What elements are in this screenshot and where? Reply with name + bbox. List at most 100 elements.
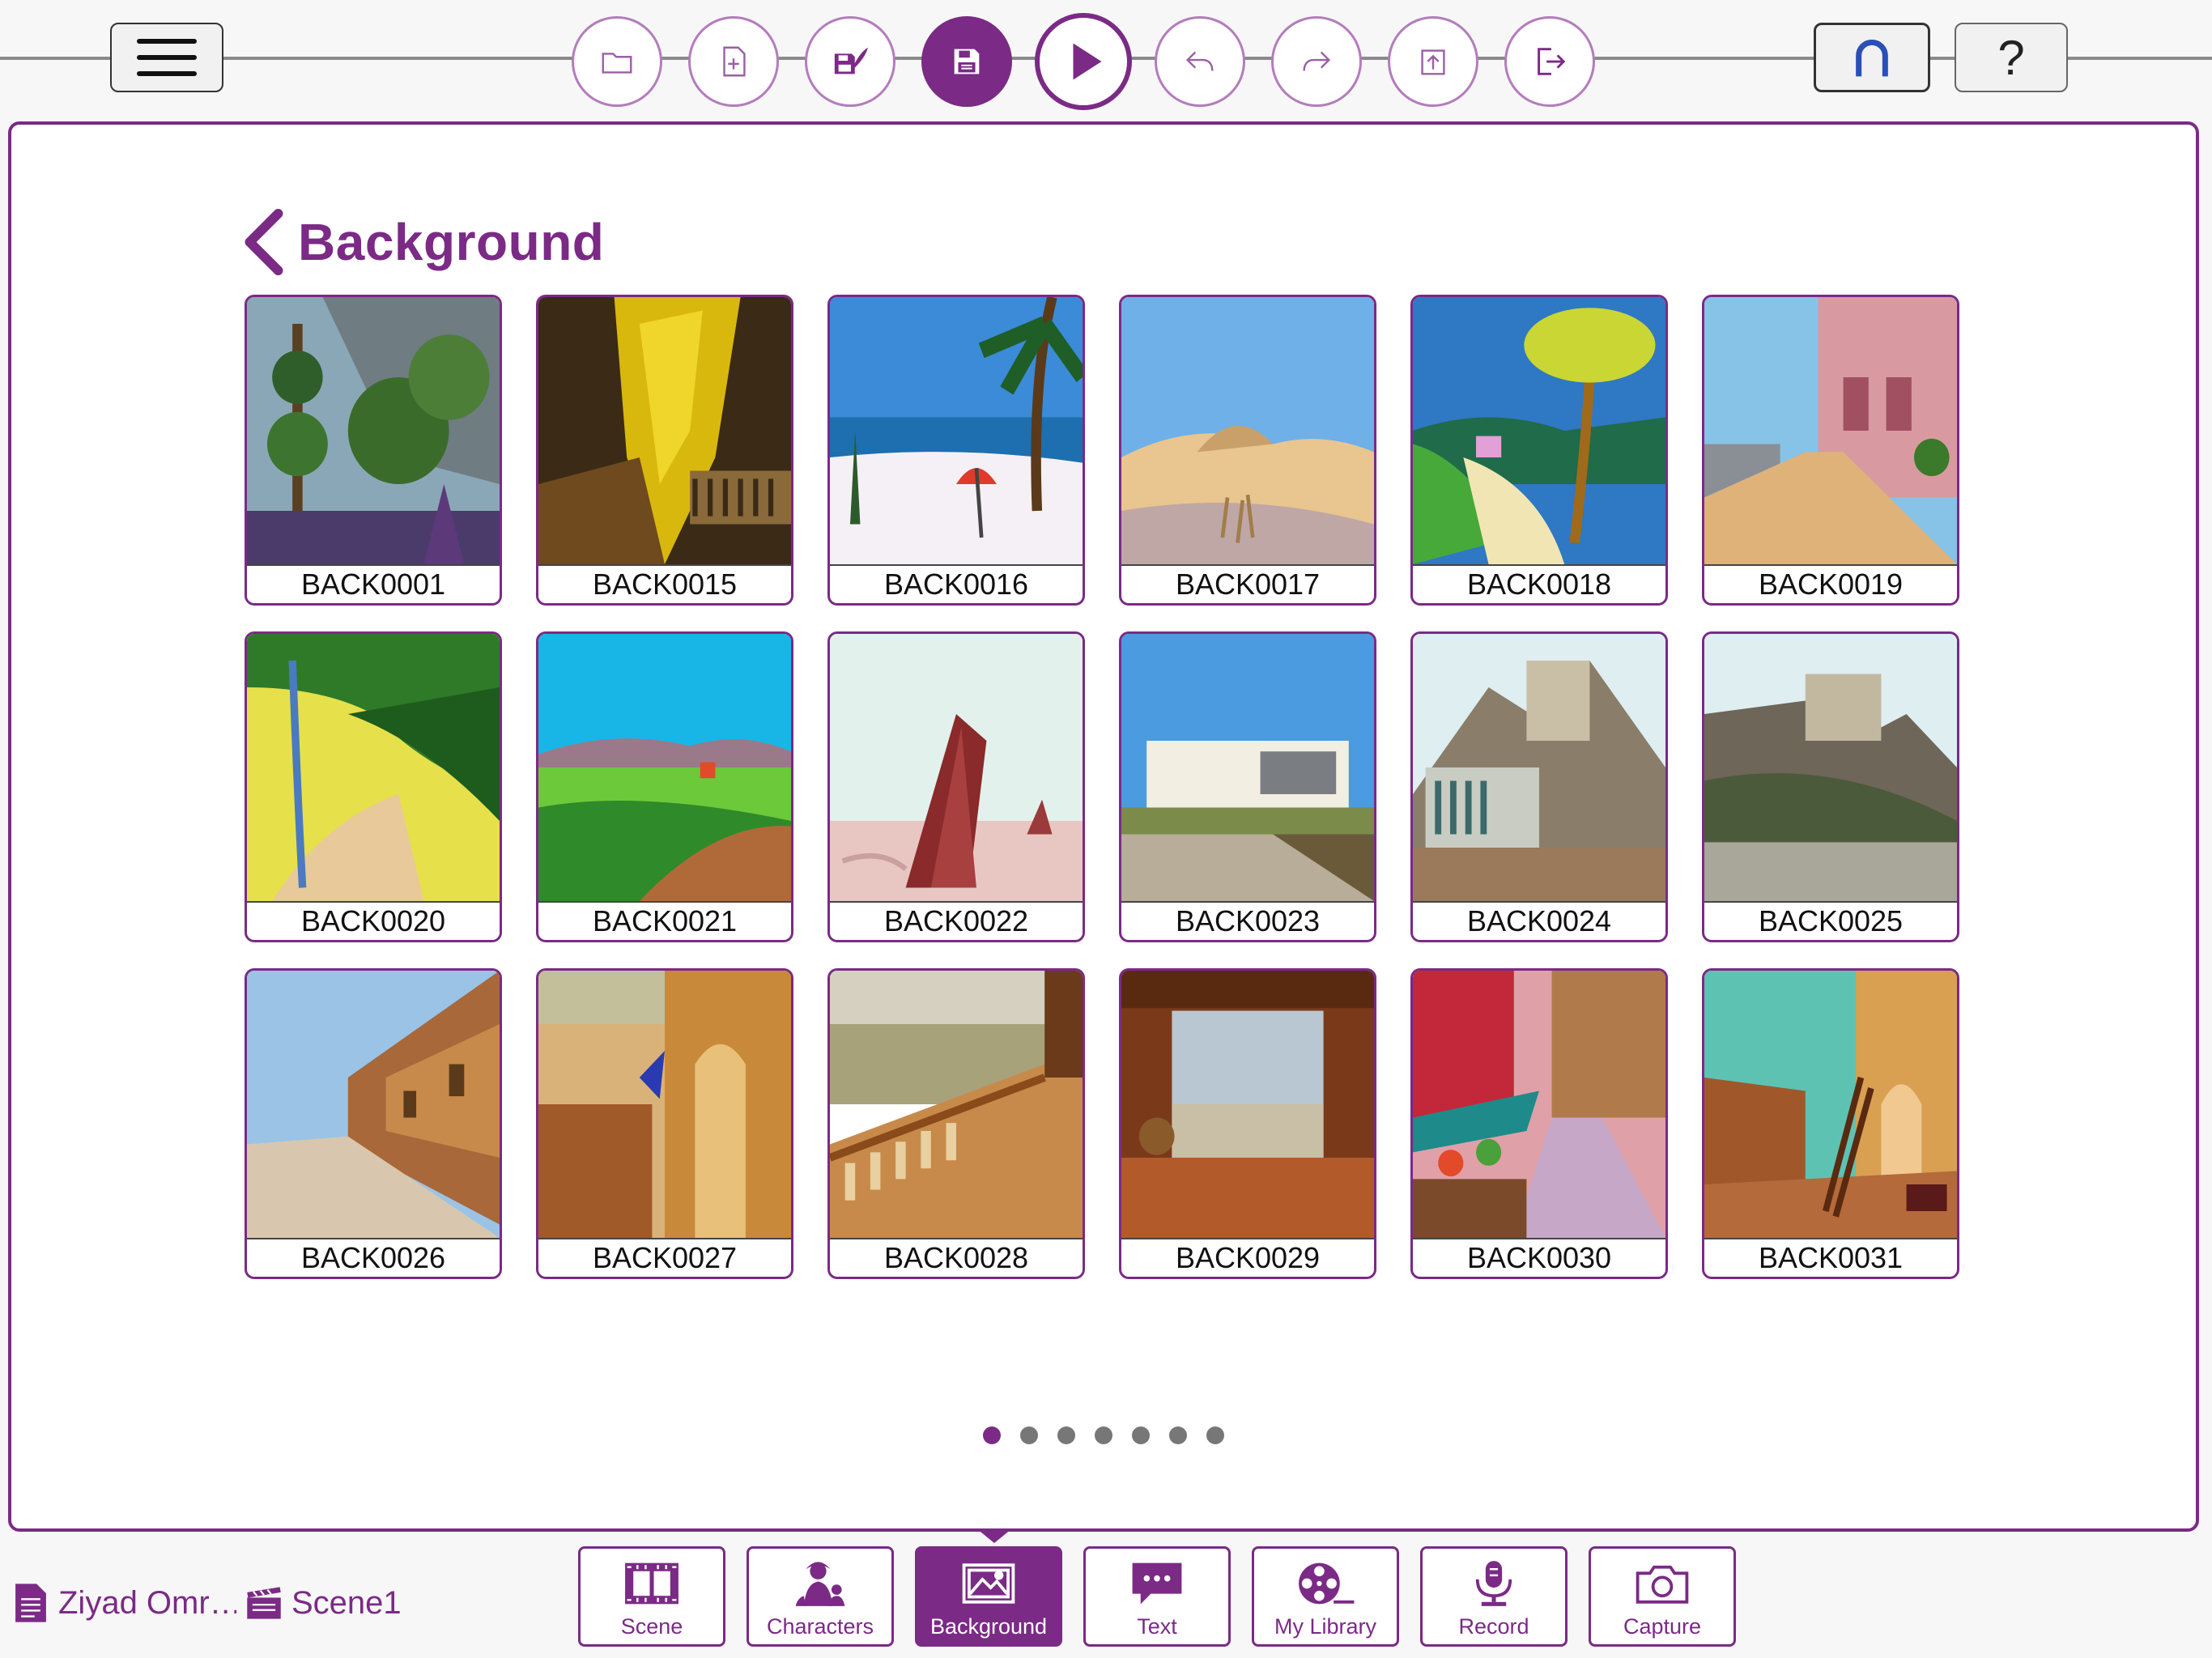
background-card[interactable]: BACK0023 xyxy=(1119,631,1376,942)
background-card[interactable]: BACK0028 xyxy=(827,968,1085,1279)
panel-header: Background xyxy=(240,206,604,278)
background-thumbnail xyxy=(538,297,791,564)
background-grid: BACK0001 BACK0015 BACK0016 BACK0017 BACK… xyxy=(245,295,1969,1279)
tab-label: Record xyxy=(1458,1614,1529,1639)
chevron-left-icon[interactable] xyxy=(240,207,288,277)
tab-label: Scene xyxy=(620,1614,683,1639)
tab-record[interactable]: Record xyxy=(1420,1546,1568,1647)
scene-name[interactable]: Scene1 xyxy=(291,1585,402,1622)
undo-button[interactable] xyxy=(1155,16,1245,107)
background-thumbnail xyxy=(830,297,1083,564)
background-thumbnail xyxy=(1704,971,1957,1238)
background-label: BACK0025 xyxy=(1704,901,1957,940)
clapperboard-icon[interactable] xyxy=(245,1582,283,1624)
background-label: BACK0001 xyxy=(247,564,500,603)
page-dot-2[interactable] xyxy=(1020,1426,1038,1444)
tab-capture[interactable]: Capture xyxy=(1589,1546,1736,1647)
tab-background[interactable]: Background xyxy=(915,1546,1062,1647)
background-thumbnail xyxy=(830,971,1083,1238)
background-card[interactable]: BACK0001 xyxy=(245,295,502,606)
background-panel: Background BACK0001 BACK0015 BACK0016 BA… xyxy=(8,121,2199,1532)
app-frame: ? Background BACK0001 BACK0015 BACK0016 … xyxy=(0,0,2212,1658)
background-card[interactable]: BACK0026 xyxy=(245,968,502,1279)
tab-label: Capture xyxy=(1623,1614,1702,1639)
tab-scene[interactable]: Scene xyxy=(578,1546,725,1647)
export-icon xyxy=(1421,49,1445,75)
new-file-button[interactable] xyxy=(688,16,779,107)
background-card[interactable]: BACK0020 xyxy=(245,631,502,942)
background-label: BACK0031 xyxy=(1704,1238,1957,1277)
menu-button[interactable] xyxy=(110,23,223,92)
background-card[interactable]: BACK0018 xyxy=(1410,295,1668,606)
save-as-icon xyxy=(834,47,869,74)
background-card[interactable]: BACK0016 xyxy=(827,295,1085,606)
background-thumbnail xyxy=(247,971,500,1238)
background-card[interactable]: BACK0025 xyxy=(1702,631,1959,942)
background-label: BACK0026 xyxy=(247,1238,500,1277)
background-card[interactable]: BACK0021 xyxy=(536,631,793,942)
background-card[interactable]: BACK0029 xyxy=(1119,968,1376,1279)
background-label: BACK0017 xyxy=(1121,564,1374,603)
background-thumbnail xyxy=(1704,297,1957,564)
film-reel-icon xyxy=(1299,1562,1355,1605)
save-as-button[interactable] xyxy=(805,16,895,107)
pagination-dots xyxy=(11,1426,2196,1444)
open-folder-button[interactable] xyxy=(572,16,662,107)
document-icon[interactable] xyxy=(11,1582,50,1624)
save-button[interactable] xyxy=(921,16,1012,107)
save-icon xyxy=(954,49,980,74)
background-label: BACK0029 xyxy=(1121,1238,1374,1277)
background-label: BACK0020 xyxy=(247,901,500,940)
characters-icon xyxy=(795,1562,845,1606)
tab-label: My Library xyxy=(1274,1614,1377,1639)
magnet-button[interactable] xyxy=(1814,23,1930,92)
help-button[interactable]: ? xyxy=(1955,23,2068,92)
page-dot-4[interactable] xyxy=(1095,1426,1112,1444)
undo-icon xyxy=(1185,51,1214,71)
background-thumbnail xyxy=(1121,634,1374,901)
new-file-icon xyxy=(723,46,746,77)
background-thumbnail xyxy=(538,971,791,1238)
export-button[interactable] xyxy=(1388,16,1478,107)
background-label: BACK0023 xyxy=(1121,901,1374,940)
background-label: BACK0019 xyxy=(1704,564,1957,603)
active-tab-pointer xyxy=(976,1528,1012,1543)
bottom-tabs: Scene Characters Background Text My Libr… xyxy=(578,1546,1736,1647)
page-dot-1[interactable] xyxy=(983,1426,1001,1444)
background-thumbnail xyxy=(1121,971,1374,1238)
background-card[interactable]: BACK0022 xyxy=(827,631,1085,942)
tab-my-library[interactable]: My Library xyxy=(1252,1546,1399,1647)
page-dot-3[interactable] xyxy=(1057,1426,1075,1444)
background-thumbnail xyxy=(1413,634,1665,901)
background-label: BACK0022 xyxy=(830,901,1083,940)
help-label: ? xyxy=(1997,30,2025,85)
exit-icon xyxy=(1538,48,1566,75)
background-thumbnail xyxy=(1704,634,1957,901)
background-thumbnail xyxy=(1121,297,1374,564)
background-label: BACK0027 xyxy=(538,1238,791,1277)
background-card[interactable]: BACK0027 xyxy=(536,968,793,1279)
play-icon xyxy=(1073,43,1102,80)
background-label: BACK0016 xyxy=(830,564,1083,603)
background-card[interactable]: BACK0031 xyxy=(1702,968,1959,1279)
page-dot-6[interactable] xyxy=(1169,1426,1187,1444)
background-card[interactable]: BACK0024 xyxy=(1410,631,1668,942)
background-card[interactable]: BACK0030 xyxy=(1410,968,1668,1279)
play-button[interactable] xyxy=(1035,13,1132,110)
project-name[interactable]: Ziyad Omr… xyxy=(58,1585,236,1622)
page-dot-7[interactable] xyxy=(1206,1426,1224,1444)
background-thumbnail xyxy=(1413,971,1665,1238)
tab-text[interactable]: Text xyxy=(1083,1546,1231,1647)
tab-label: Text xyxy=(1137,1614,1177,1639)
background-card[interactable]: BACK0017 xyxy=(1119,295,1376,606)
background-card[interactable]: BACK0015 xyxy=(536,295,793,606)
page-dot-5[interactable] xyxy=(1132,1426,1150,1444)
background-label: BACK0018 xyxy=(1413,564,1665,603)
background-card[interactable]: BACK0019 xyxy=(1702,295,1959,606)
redo-icon xyxy=(1303,51,1331,71)
background-thumbnail xyxy=(1413,297,1665,564)
camera-icon xyxy=(1636,1565,1689,1604)
exit-button[interactable] xyxy=(1504,16,1595,107)
tab-characters[interactable]: Characters xyxy=(747,1546,894,1647)
redo-button[interactable] xyxy=(1271,16,1362,107)
